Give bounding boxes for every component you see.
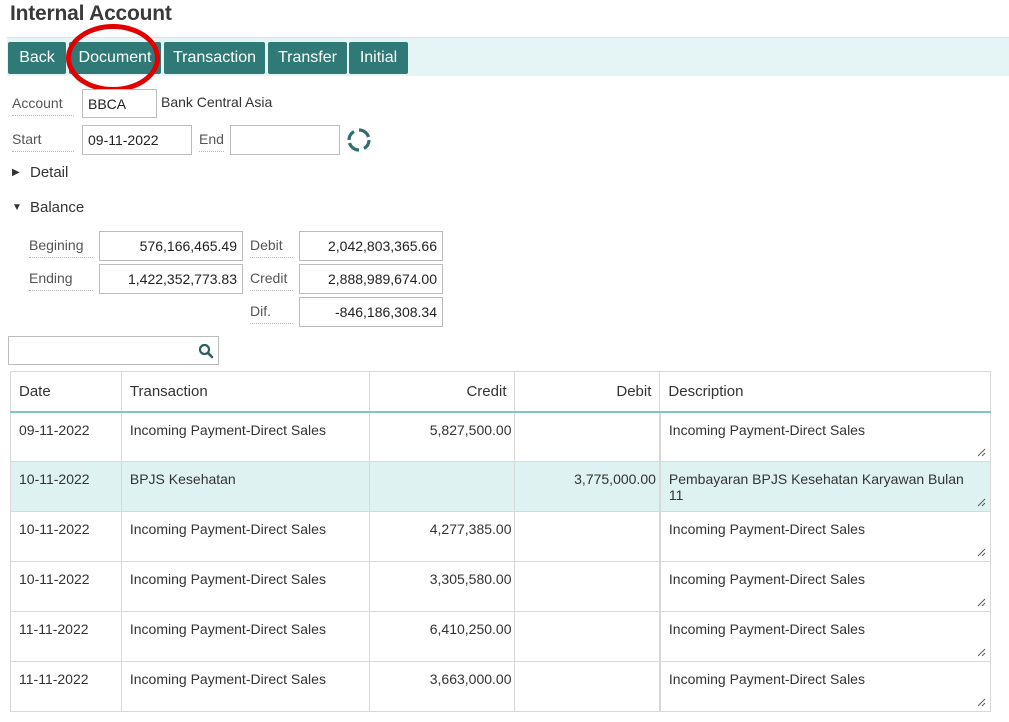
ending-balance-field: 1,422,352,773.83 (99, 264, 243, 294)
start-date-field[interactable]: 09-11-2022 (82, 125, 192, 155)
table-header-row: Date Transaction Credit Debit Descriptio… (10, 371, 991, 413)
end-label: End (199, 131, 224, 152)
debit-total-field: 2,042,803,365.66 (299, 231, 443, 261)
balance-section-toggle[interactable]: ▼ Balance (12, 199, 84, 216)
begining-label: Begining (29, 237, 93, 258)
description-text: Incoming Payment-Direct Sales (668, 621, 865, 637)
description-text: Incoming Payment-Direct Sales (668, 671, 865, 687)
cell-description[interactable]: Incoming Payment-Direct Sales (658, 411, 991, 462)
cell-credit: 3,663,000.00 (368, 661, 516, 712)
account-label: Account (12, 95, 74, 116)
toolbar: Back Document Transaction Transfer Initi… (7, 37, 1009, 76)
column-header-debit[interactable]: Debit (514, 371, 661, 413)
cell-credit: 3,305,580.00 (368, 561, 516, 612)
resize-handle-icon[interactable] (976, 647, 986, 657)
cell-debit (514, 511, 661, 562)
cell-description[interactable]: Incoming Payment-Direct Sales (658, 661, 991, 712)
end-date-field[interactable] (230, 125, 340, 155)
column-header-transaction[interactable]: Transaction (120, 371, 370, 413)
account-code-field[interactable]: BBCA (82, 89, 157, 118)
search-icon[interactable] (198, 343, 214, 359)
table-row[interactable]: 11-11-2022 Incoming Payment-Direct Sales… (10, 661, 991, 712)
document-button[interactable]: Document (69, 42, 161, 74)
cell-date: 09-11-2022 (10, 411, 122, 462)
cell-date: 10-11-2022 (10, 461, 122, 512)
cell-debit (514, 661, 661, 712)
cell-date: 11-11-2022 (10, 661, 122, 712)
cell-debit: 3,775,000.00 (514, 461, 661, 512)
table-row[interactable]: 09-11-2022 Incoming Payment-Direct Sales… (10, 411, 991, 462)
table-row[interactable]: 10-11-2022 Incoming Payment-Direct Sales… (10, 561, 991, 612)
page-title: Internal Account (10, 2, 172, 25)
difference-field: -846,186,308.34 (299, 297, 443, 327)
debit-label: Debit (250, 237, 293, 258)
resize-handle-icon[interactable] (976, 497, 986, 507)
resize-handle-icon[interactable] (976, 547, 986, 557)
account-name: Bank Central Asia (161, 94, 273, 110)
detail-section-toggle[interactable]: ▶ Detail (12, 164, 68, 181)
cell-transaction: BPJS Kesehatan (120, 461, 370, 512)
dif-label: Dif. (250, 303, 293, 324)
cell-transaction: Incoming Payment-Direct Sales (120, 661, 370, 712)
transaction-button[interactable]: Transaction (164, 42, 265, 74)
cell-description[interactable]: Incoming Payment-Direct Sales (658, 511, 991, 562)
caret-down-icon: ▼ (12, 202, 22, 213)
column-header-description[interactable]: Description (659, 371, 991, 413)
resize-handle-icon[interactable] (976, 597, 986, 607)
begining-balance-field: 576,166,465.49 (99, 231, 243, 261)
credit-total-field: 2,888,989,674.00 (299, 264, 443, 294)
cell-description[interactable]: Pembayaran BPJS Kesehatan Karyawan Bulan… (658, 461, 991, 512)
table-row[interactable]: 10-11-2022 BPJS Kesehatan 3,775,000.00 P… (10, 461, 991, 512)
start-label: Start (12, 131, 74, 152)
initial-button[interactable]: Initial (349, 42, 408, 74)
refresh-icon[interactable] (346, 127, 372, 153)
cell-credit: 5,827,500.00 (368, 411, 516, 462)
description-text: Incoming Payment-Direct Sales (668, 521, 865, 537)
cell-date: 10-11-2022 (10, 561, 122, 612)
resize-handle-icon[interactable] (976, 697, 986, 707)
cell-debit (514, 561, 661, 612)
transactions-table: Date Transaction Credit Debit Descriptio… (10, 371, 991, 712)
search-input[interactable] (8, 336, 219, 365)
description-text: Incoming Payment-Direct Sales (668, 571, 865, 587)
cell-transaction: Incoming Payment-Direct Sales (120, 561, 370, 612)
description-text: Pembayaran BPJS Kesehatan Karyawan Bulan… (668, 471, 964, 503)
description-text: Incoming Payment-Direct Sales (668, 421, 865, 438)
ending-label: Ending (29, 270, 93, 291)
credit-label: Credit (250, 270, 293, 291)
caret-right-icon: ▶ (12, 167, 20, 178)
back-button[interactable]: Back (8, 42, 66, 74)
cell-debit (514, 611, 661, 662)
cell-transaction: Incoming Payment-Direct Sales (120, 411, 370, 462)
column-header-date[interactable]: Date (10, 371, 122, 413)
cell-description[interactable]: Incoming Payment-Direct Sales (658, 561, 991, 612)
resize-handle-icon[interactable] (976, 447, 986, 457)
cell-credit: 4,277,385.00 (368, 511, 516, 562)
balance-section-label: Balance (30, 199, 85, 216)
table-row[interactable]: 11-11-2022 Incoming Payment-Direct Sales… (10, 611, 991, 662)
cell-credit (368, 461, 516, 512)
table-row[interactable]: 10-11-2022 Incoming Payment-Direct Sales… (10, 511, 991, 562)
cell-debit (514, 411, 661, 462)
cell-credit: 6,410,250.00 (368, 611, 516, 662)
transfer-button[interactable]: Transfer (268, 42, 347, 74)
column-header-credit[interactable]: Credit (368, 371, 516, 413)
cell-transaction: Incoming Payment-Direct Sales (120, 611, 370, 662)
cell-date: 10-11-2022 (10, 511, 122, 562)
cell-description[interactable]: Incoming Payment-Direct Sales (658, 611, 991, 662)
cell-transaction: Incoming Payment-Direct Sales (120, 511, 370, 562)
detail-section-label: Detail (30, 164, 69, 181)
cell-date: 11-11-2022 (10, 611, 122, 662)
